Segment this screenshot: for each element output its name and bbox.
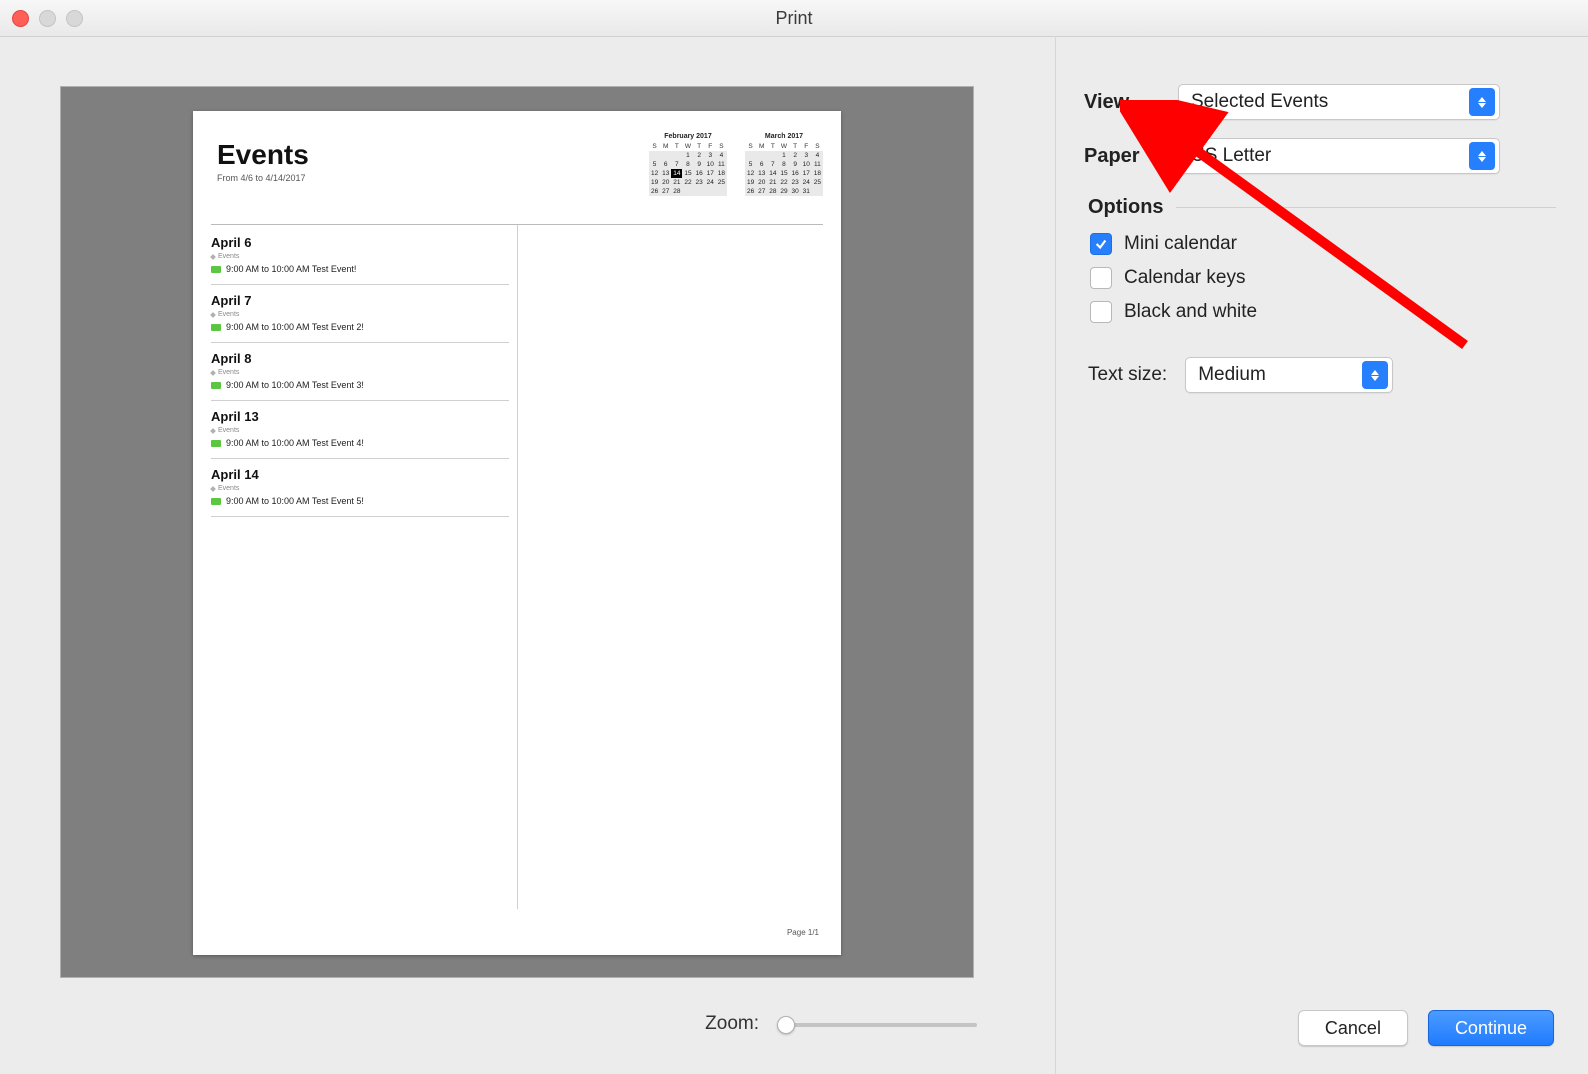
preview-title: Events (217, 139, 309, 171)
divider (1176, 207, 1556, 208)
updown-arrows-icon (1362, 361, 1388, 389)
event-line: 9:00 AM to 10:00 AM Test Event 4! (211, 438, 509, 448)
checkbox[interactable] (1090, 267, 1112, 289)
day-group: Events (211, 253, 509, 260)
preview-frame: Events From 4/6 to 4/14/2017 February 20… (60, 86, 974, 978)
text-size-select[interactable]: Medium (1185, 357, 1393, 393)
day-date: April 6 (211, 235, 509, 250)
day-date: April 8 (211, 351, 509, 366)
day-group: Events (211, 311, 509, 318)
view-label: View (1084, 91, 1178, 114)
options-pane: View Selected Events Paper US Letter Opt… (1055, 36, 1588, 1074)
preview-page: Events From 4/6 to 4/14/2017 February 20… (193, 111, 841, 955)
updown-arrows-icon (1469, 88, 1495, 116)
event-line: 9:00 AM to 10:00 AM Test Event 3! (211, 380, 509, 390)
paper-label: Paper (1084, 145, 1178, 168)
event-color-swatch (211, 324, 221, 331)
mini-calendar-title: February 2017 (649, 133, 727, 140)
zoom-label: Zoom: (705, 1013, 759, 1035)
checkbox[interactable] (1090, 301, 1112, 323)
day-block: April 6 Events 9:00 AM to 10:00 AM Test Ev… (211, 225, 509, 285)
checkbox-label: Calendar keys (1124, 267, 1245, 289)
text-size-value: Medium (1198, 364, 1266, 386)
window-titlebar: Print (0, 0, 1588, 37)
day-group: Events (211, 369, 509, 376)
view-select-value: Selected Events (1191, 91, 1328, 113)
zoom-row: Zoom: (0, 1004, 995, 1044)
text-size-label: Text size: (1088, 364, 1167, 386)
day-date: April 14 (211, 467, 509, 482)
events-column: April 6 Events 9:00 AM to 10:00 AM Test Ev… (211, 225, 518, 909)
event-line: 9:00 AM to 10:00 AM Test Event 2! (211, 322, 509, 332)
event-line: 9:00 AM to 10:00 AM Test Event 5! (211, 496, 509, 506)
paper-select[interactable]: US Letter (1178, 138, 1500, 174)
mini-calendars: February 2017SMTWTFS12345678910111213141… (649, 133, 823, 196)
day-block: April 7 Events 9:00 AM to 10:00 AM Test Ev… (211, 285, 509, 343)
day-date: April 13 (211, 409, 509, 424)
day-group: Events (211, 485, 509, 492)
option-row: Calendar keys (1090, 267, 1556, 289)
continue-button[interactable]: Continue (1428, 1010, 1554, 1046)
options-header: Options (1088, 196, 1164, 219)
mini-calendar: March 2017SMTWTFS12345678910111213141516… (745, 133, 823, 196)
preview-page-footer: Page 1/1 (787, 928, 819, 937)
mini-calendar: February 2017SMTWTFS12345678910111213141… (649, 133, 727, 196)
option-row: Black and white (1090, 301, 1556, 323)
event-line: 9:00 AM to 10:00 AM Test Event! (211, 264, 509, 274)
preview-date-range: From 4/6 to 4/14/2017 (217, 173, 309, 183)
cancel-button[interactable]: Cancel (1298, 1010, 1408, 1046)
view-select[interactable]: Selected Events (1178, 84, 1500, 120)
option-row: Mini calendar (1090, 233, 1556, 255)
day-block: April 14 Events 9:00 AM to 10:00 AM Test E… (211, 459, 509, 517)
zoom-thumb[interactable] (777, 1016, 795, 1034)
preview-pane: Events From 4/6 to 4/14/2017 February 20… (0, 36, 1055, 1074)
mini-calendar-title: March 2017 (745, 133, 823, 140)
event-color-swatch (211, 266, 221, 273)
events-column-right (518, 225, 824, 909)
zoom-slider[interactable] (777, 1014, 977, 1034)
updown-arrows-icon (1469, 142, 1495, 170)
checkbox-label: Mini calendar (1124, 233, 1237, 255)
day-group: Events (211, 427, 509, 434)
event-color-swatch (211, 498, 221, 505)
window-title: Print (0, 8, 1588, 29)
paper-select-value: US Letter (1191, 145, 1271, 167)
checkbox[interactable] (1090, 233, 1112, 255)
day-block: April 8 Events 9:00 AM to 10:00 AM Test Ev… (211, 343, 509, 401)
day-date: April 7 (211, 293, 509, 308)
day-block: April 13 Events 9:00 AM to 10:00 AM Test E… (211, 401, 509, 459)
checkbox-label: Black and white (1124, 301, 1257, 323)
event-color-swatch (211, 440, 221, 447)
event-color-swatch (211, 382, 221, 389)
